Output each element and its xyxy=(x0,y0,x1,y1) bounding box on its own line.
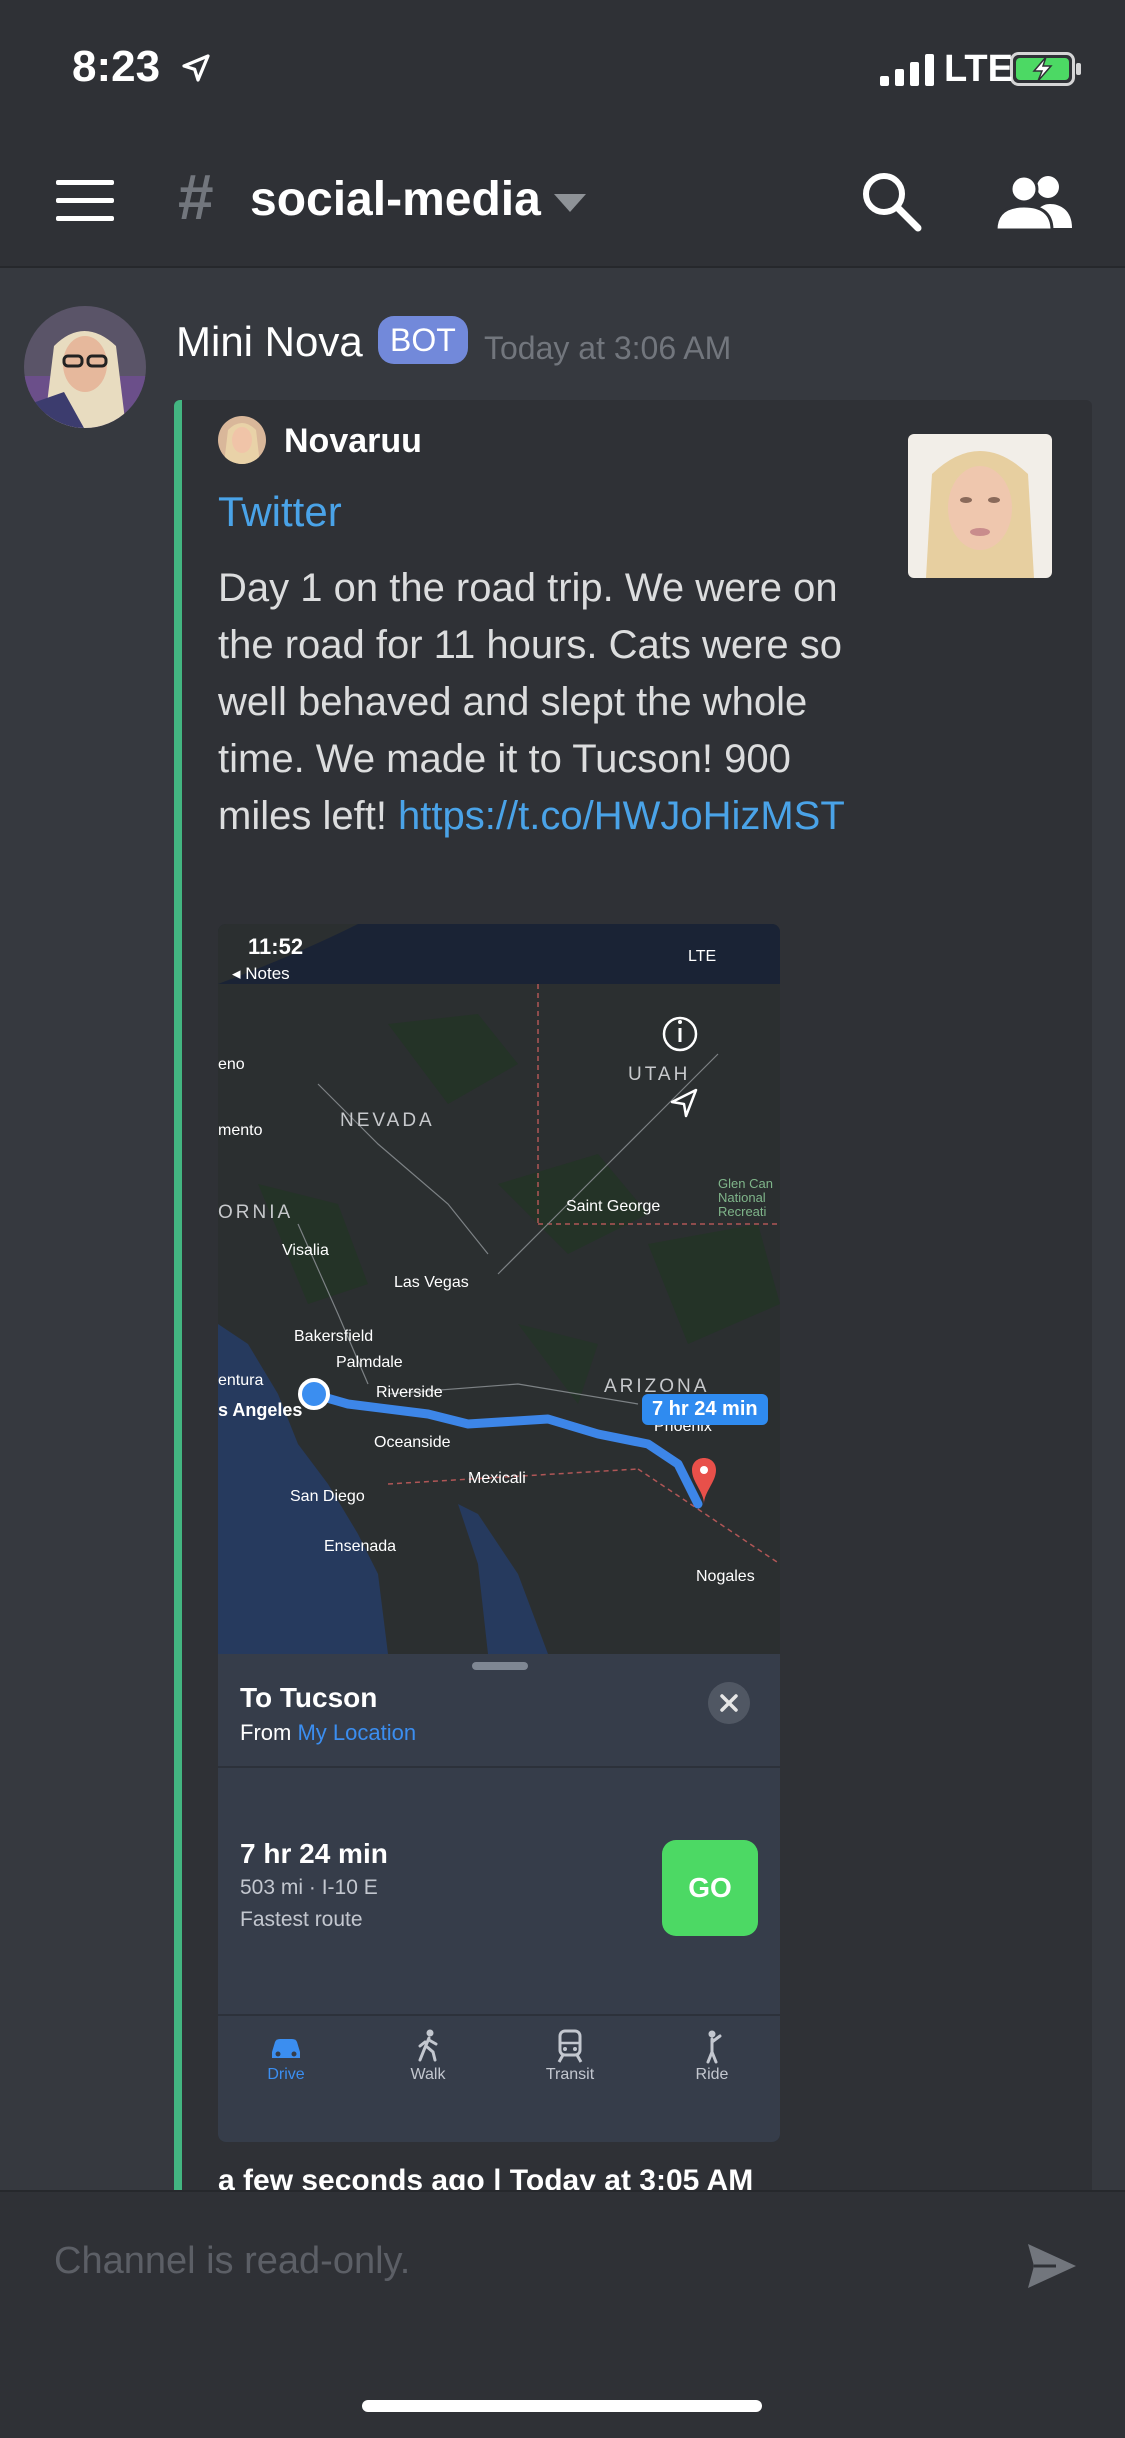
route-type: Fastest route xyxy=(240,1908,363,1931)
embed-title-link[interactable]: Twitter xyxy=(218,488,342,536)
channel-header: # social-media xyxy=(0,140,1125,268)
channel-name[interactable]: social-media xyxy=(250,172,541,227)
tab-label: Transit xyxy=(545,2066,595,2083)
map-label: Oceanside xyxy=(374,1434,451,1451)
tab-ride: Ride xyxy=(662,2026,762,2084)
map-image xyxy=(218,924,780,1654)
map-label: Saint George xyxy=(566,1198,661,1215)
map-label: National xyxy=(718,1190,766,1205)
screenshot-back-link: ◂ Notes xyxy=(232,964,290,983)
map-label: entura xyxy=(218,1372,264,1389)
origin-prefix: From xyxy=(240,1720,298,1745)
screenshot-network: LTE xyxy=(688,948,717,965)
read-only-notice: Channel is read-only. xyxy=(54,2240,411,2282)
members-icon[interactable] xyxy=(996,172,1072,230)
avatar[interactable] xyxy=(24,306,146,428)
map-label: Nogales xyxy=(696,1568,755,1585)
origin-location: My Location xyxy=(297,1720,417,1745)
map-label: Bakersfield xyxy=(294,1328,374,1345)
embed-author-avatar xyxy=(218,416,266,464)
menu-icon[interactable] xyxy=(56,178,114,224)
home-indicator xyxy=(362,2400,762,2412)
map-label: UTAH xyxy=(628,1064,691,1085)
channel-hash-icon: # xyxy=(178,161,214,233)
route-eta: 7 hr 24 min xyxy=(240,1838,388,1869)
map-label: Mexicali xyxy=(468,1470,526,1487)
battery-charging-icon xyxy=(1010,52,1081,86)
map-label: Recreati xyxy=(718,1204,767,1219)
tab-walk: Walk xyxy=(378,2026,478,2084)
divider xyxy=(218,1766,780,1768)
map-label: Palmdale xyxy=(336,1354,403,1371)
tab-label: Walk xyxy=(410,2066,446,2083)
embed-description: Day 1 on the road trip. We were on the r… xyxy=(218,560,878,845)
destination-title: To Tucson xyxy=(240,1682,378,1713)
map-label: mento xyxy=(218,1122,263,1139)
tab-label: Ride xyxy=(695,2066,729,2083)
map-label: Glen Can xyxy=(718,1176,773,1191)
transit-icon xyxy=(557,2029,583,2063)
map-label: ORNIA xyxy=(218,1202,294,1223)
map-label: s Angeles xyxy=(218,1400,303,1420)
embed-author-name[interactable]: Novaruu xyxy=(284,422,422,461)
search-icon[interactable] xyxy=(860,170,922,232)
map-label: Ensenada xyxy=(324,1538,397,1555)
send-icon xyxy=(1028,2244,1076,2288)
close-icon xyxy=(708,1682,750,1724)
bot-badge: BOT xyxy=(378,316,468,364)
signal-icon xyxy=(880,54,934,86)
map-label: Las Vegas xyxy=(394,1274,469,1291)
message-username[interactable]: Mini Nova xyxy=(176,318,363,366)
route-time-badge: 7 hr 24 min xyxy=(642,1394,768,1425)
screenshot-status-time: 11:52 xyxy=(248,934,304,959)
map-label: eno xyxy=(218,1056,245,1073)
twitter-embed: Novaruu Twitter Day 1 on the road trip. … xyxy=(174,400,1092,2200)
message-timestamp: Today at 3:06 AM xyxy=(484,330,732,366)
route-distance: 503 mi · I-10 E xyxy=(240,1876,378,1899)
walk-icon xyxy=(418,2029,438,2062)
go-button: GO xyxy=(662,1840,758,1936)
tab-drive: Drive xyxy=(236,2026,336,2084)
embed-thumbnail[interactable] xyxy=(908,434,1052,578)
map-label: NEVADA xyxy=(340,1110,435,1131)
map-label: Visalia xyxy=(282,1242,329,1259)
chevron-down-icon[interactable] xyxy=(554,192,586,214)
transport-tab-bar: Drive Walk Transit Ride xyxy=(218,2014,780,2142)
tweet-link[interactable]: https://t.co/HWJoHizMST xyxy=(398,794,845,838)
message-input-bar: Channel is read-only. xyxy=(0,2190,1125,2438)
ride-icon xyxy=(706,2030,722,2064)
location-arrow-icon xyxy=(182,54,210,82)
status-time: 8:23 xyxy=(72,42,161,91)
network-type: LTE xyxy=(944,48,1013,90)
tab-label: Drive xyxy=(267,2066,305,2083)
car-icon xyxy=(272,2039,300,2058)
map-label: Riverside xyxy=(376,1384,443,1401)
map-label: San Diego xyxy=(290,1488,365,1505)
embed-image[interactable]: 11:52 ◂ Notes LTE NEVADA UTAH ARIZONA OR… xyxy=(218,924,780,2142)
directions-sheet: To Tucson From My Location 7 hr 24 min 5… xyxy=(218,1654,780,2142)
status-bar: 8:23 LTE xyxy=(0,0,1125,140)
sheet-grabber xyxy=(472,1662,528,1670)
tab-transit: Transit xyxy=(520,2026,620,2084)
origin-text: From My Location xyxy=(240,1720,416,1746)
